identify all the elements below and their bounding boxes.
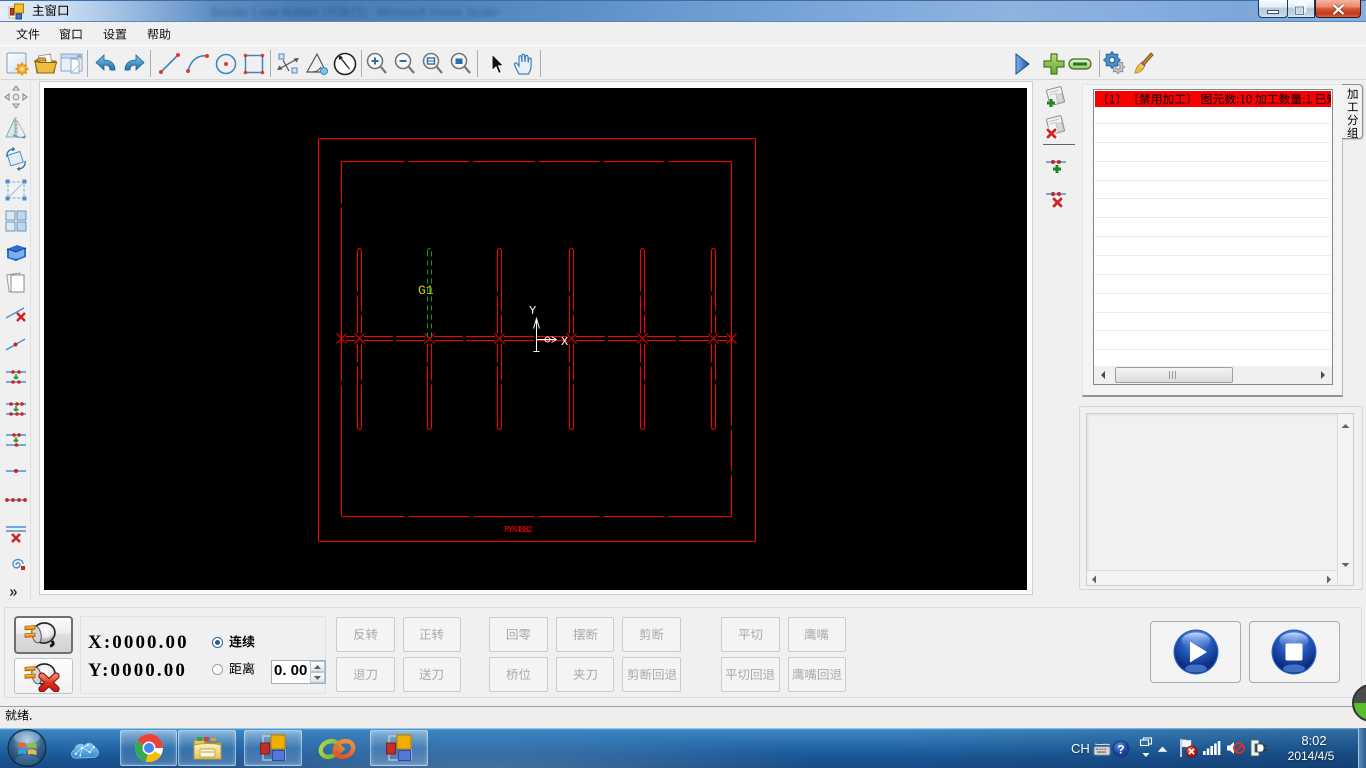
svg-text:G1: G1 bbox=[418, 283, 434, 298]
svg-text:X: X bbox=[561, 335, 568, 349]
svg-text:RYX4882: RYX4882 bbox=[504, 525, 532, 535]
svg-text:?: ? bbox=[1117, 743, 1124, 757]
svg-text:Y: Y bbox=[529, 304, 536, 318]
